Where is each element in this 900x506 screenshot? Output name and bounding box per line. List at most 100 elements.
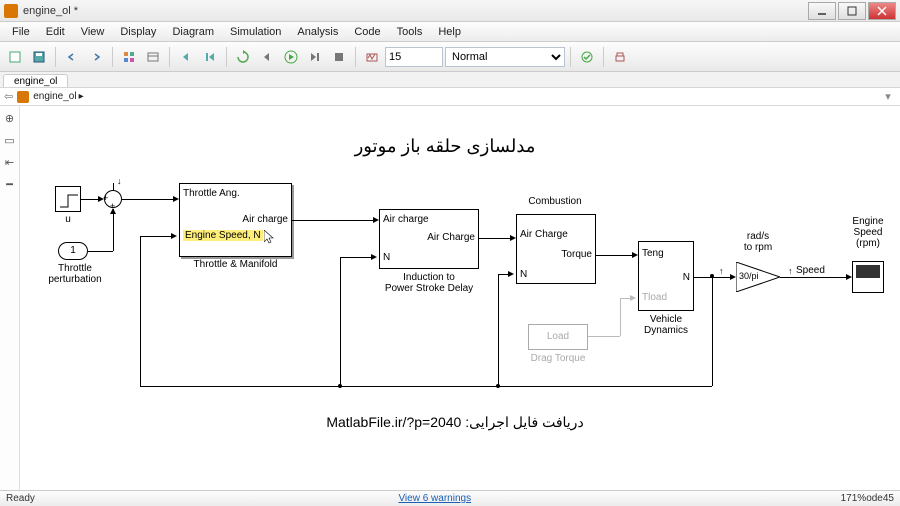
wire [479,238,514,239]
window-title: engine_ol * [23,5,806,17]
wire [122,199,177,200]
redo-button[interactable] [85,46,107,68]
status-ready: Ready [6,493,35,504]
navigate-back-icon[interactable]: ⇤ [2,154,18,170]
maximize-button[interactable] [838,2,866,20]
step-forward-button[interactable] [304,46,326,68]
menu-analysis[interactable]: Analysis [289,24,346,40]
canvas-toolbar: ⊕ ▭ ⇤ ━ [0,106,20,490]
drag-torque-label: Drag Torque [520,353,596,364]
induction-label: Induction to Power Stroke Delay [364,272,494,294]
record-button[interactable] [361,46,383,68]
menu-simulation[interactable]: Simulation [222,24,289,40]
undo-button[interactable] [61,46,83,68]
menu-help[interactable]: Help [430,24,469,40]
check-button[interactable] [576,46,598,68]
close-button[interactable] [868,2,896,20]
port-label: ↑ [788,266,793,276]
new-model-button[interactable] [4,46,26,68]
breadcrumb-back-icon[interactable]: ⇦ [4,90,13,103]
port-label: ↑ [719,266,724,276]
window-titlebar: engine_ol * [0,0,900,22]
library-browser-button[interactable] [118,46,140,68]
menu-diagram[interactable]: Diagram [164,24,222,40]
highlight-icon[interactable]: ━ [2,176,18,192]
step-back-button[interactable] [175,46,197,68]
wire [588,336,620,337]
throttle-manifold-label: Throttle & Manifold [179,259,292,270]
arrow-icon [371,254,377,260]
menubar: File Edit View Display Diagram Simulatio… [0,22,900,42]
save-button[interactable] [28,46,50,68]
arrow-icon [508,271,514,277]
wire [340,257,375,258]
load-block[interactable]: Load [528,324,588,350]
menu-view[interactable]: View [73,24,113,40]
arrow-icon [171,233,177,239]
sum-block[interactable]: + + [104,190,122,208]
induction-block[interactable]: Air charge Air Charge N [379,209,479,269]
menu-edit[interactable]: Edit [38,24,73,40]
wire [140,236,141,386]
model-explorer-button[interactable] [142,46,164,68]
scope-label: Engine Speed (rpm) [840,216,896,249]
back-button2[interactable] [256,46,278,68]
wire-junction [338,384,342,388]
wire [140,386,712,387]
menu-code[interactable]: Code [346,24,388,40]
fit-icon[interactable]: ▭ [2,132,18,148]
throttle-pert-label: Throttle perturbation [40,263,110,285]
wire [620,298,621,336]
breadcrumb-dropdown-icon[interactable]: ▾ [880,90,896,103]
wire [498,274,499,386]
combustion-block[interactable]: Air Charge Torque N [516,214,596,284]
speed-label: Speed [796,265,836,276]
wire [88,251,113,252]
editor-tabs: engine_ol [0,72,900,88]
tab-engine-ol[interactable]: engine_ol [3,74,68,87]
arrow-icon [630,295,636,301]
status-warnings-link[interactable]: View 6 warnings [35,493,835,504]
scope-block[interactable] [852,261,884,293]
wire [694,277,734,278]
toolbar-separator [169,47,170,67]
gain-block[interactable]: 30/pi [736,262,780,292]
vehicle-dynamics-block[interactable]: Teng N Tload [638,241,694,311]
combustion-title: Combustion [515,196,595,207]
toolbar-separator [226,47,227,67]
wire [596,255,636,256]
stop-button[interactable] [328,46,350,68]
wire [113,209,114,251]
zoom-in-icon[interactable]: ⊕ [2,110,18,126]
step-back2-button[interactable] [199,46,221,68]
run-button[interactable] [280,46,302,68]
step-label: u [55,214,81,225]
wire [292,220,377,221]
throttle-manifold-block[interactable]: Throttle Ang. Air charge Engine Speed, N [179,183,292,257]
canvas[interactable]: مدلسازی حلقه باز موتور u + + 1 Throttle … [20,106,900,490]
toolbar-separator [55,47,56,67]
wire [113,183,114,190]
update-button[interactable] [232,46,254,68]
breadcrumb-root[interactable]: engine_ol [33,91,76,102]
vehicle-dynamics-label: Vehicle Dynamics [623,314,709,336]
menu-file[interactable]: File [4,24,38,40]
statusbar: Ready View 6 warnings 171% ode45 [0,490,900,506]
wire [712,277,713,386]
wire [140,236,175,237]
menu-tools[interactable]: Tools [389,24,431,40]
status-solver: ode45 [866,493,894,504]
port-label: ↓ [117,176,122,186]
toolbar-separator [355,47,356,67]
simulation-mode-select[interactable]: Normal [445,47,565,67]
constant-block[interactable]: 1 [58,242,88,260]
diagram-title: مدلسازی حلقه باز موتور [320,136,570,157]
wire [340,257,341,386]
stop-time-input[interactable] [385,47,443,67]
toolbar-separator [112,47,113,67]
menu-display[interactable]: Display [112,24,164,40]
build-button[interactable] [609,46,631,68]
model-icon [17,91,29,103]
minimize-button[interactable] [808,2,836,20]
step-block[interactable] [55,186,81,212]
